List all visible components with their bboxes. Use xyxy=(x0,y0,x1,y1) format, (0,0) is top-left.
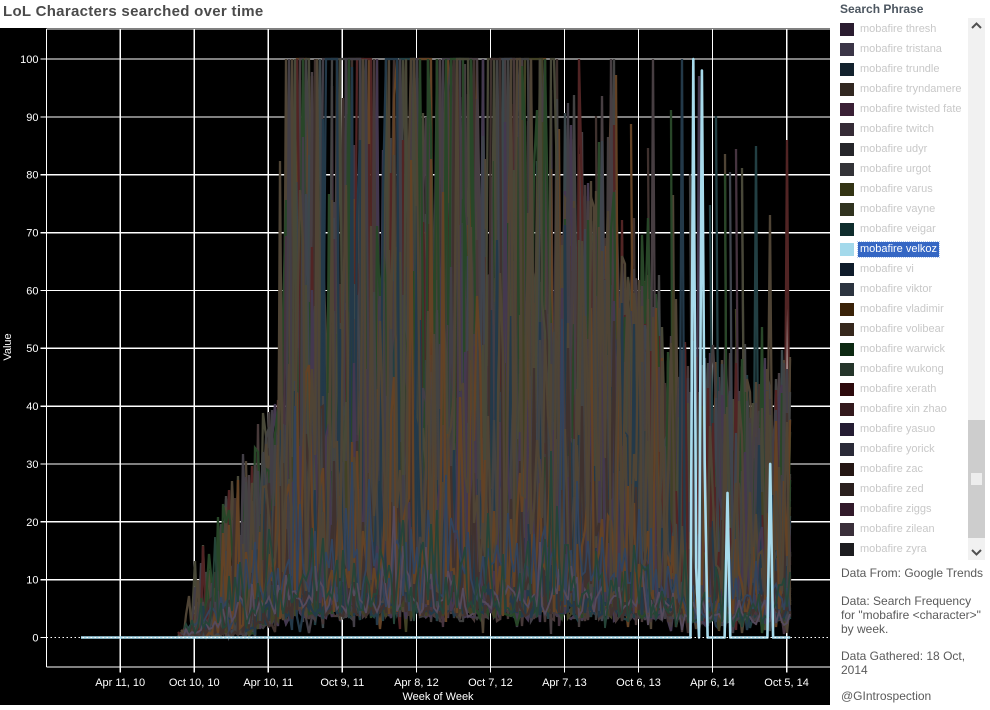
svg-text:Apr 8, 12: Apr 8, 12 xyxy=(394,677,439,689)
svg-text:Oct 5, 14: Oct 5, 14 xyxy=(764,677,809,689)
svg-text:Oct 9, 11: Oct 9, 11 xyxy=(320,677,364,689)
svg-text:50: 50 xyxy=(26,343,38,355)
svg-text:70: 70 xyxy=(26,228,38,240)
svg-text:90: 90 xyxy=(26,112,38,124)
svg-text:60: 60 xyxy=(26,285,38,297)
svg-text:30: 30 xyxy=(26,459,38,471)
svg-text:40: 40 xyxy=(26,401,38,413)
svg-text:Apr 11, 10: Apr 11, 10 xyxy=(95,677,145,689)
svg-text:Apr 7, 13: Apr 7, 13 xyxy=(542,677,587,689)
svg-text:20: 20 xyxy=(26,517,38,529)
svg-text:Value: Value xyxy=(2,333,14,360)
svg-text:10: 10 xyxy=(26,575,38,587)
svg-text:Week of Week: Week of Week xyxy=(402,691,474,703)
svg-text:Oct 6, 13: Oct 6, 13 xyxy=(616,677,661,689)
svg-text:Oct 7, 12: Oct 7, 12 xyxy=(468,677,513,689)
svg-text:0: 0 xyxy=(32,633,38,645)
svg-text:100: 100 xyxy=(20,54,38,66)
svg-text:80: 80 xyxy=(26,170,38,182)
svg-text:Oct 10, 10: Oct 10, 10 xyxy=(169,677,220,689)
svg-text:Apr 6, 14: Apr 6, 14 xyxy=(690,677,735,689)
svg-text:Apr 10, 11: Apr 10, 11 xyxy=(243,677,293,689)
